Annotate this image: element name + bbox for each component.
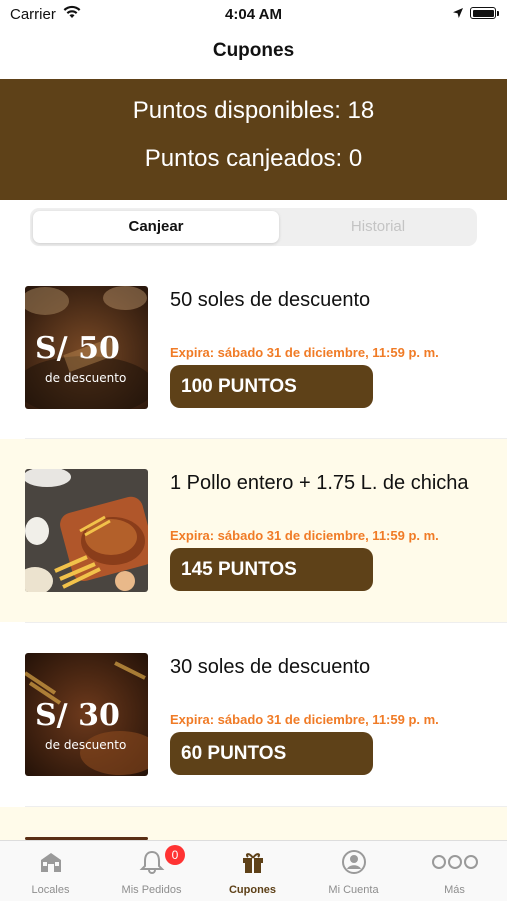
coupon-item[interactable]: S/ 50 de descuento 50 soles de descuento… (0, 256, 507, 439)
image-currency: S/ 50 (35, 331, 120, 366)
tab-label: Más (444, 884, 465, 896)
segmented-control: Canjear Historial (30, 208, 477, 246)
tab-label: Locales (31, 884, 70, 896)
tab-bar: Locales 0 Mis Pedidos Cupones Mi Cuenta (0, 840, 507, 901)
coupon-image-art: S/ 30 de descuento (25, 653, 148, 776)
location-arrow-icon (453, 8, 463, 18)
tab-label: Mis Pedidos (121, 884, 182, 896)
battery-tip (497, 11, 499, 16)
coupon-expiry: Expira: sábado 31 de diciembre, 11:59 p.… (170, 712, 439, 727)
coupon-title: 1 Pollo entero + 1.75 L. de chicha (170, 472, 469, 494)
tab-mi-cuenta[interactable]: Mi Cuenta (303, 841, 404, 901)
coupon-title: 50 soles de descuento (170, 289, 371, 311)
tab-label: Mi Cuenta (328, 884, 379, 896)
coupon-image-art (25, 469, 148, 592)
coupon-image (25, 469, 148, 592)
points-banner: Puntos disponibles: 18 Puntos canjeados:… (0, 79, 507, 200)
redeem-points-button[interactable]: 60 PUNTOS (170, 732, 373, 775)
tab-cupones[interactable]: Cupones (202, 841, 303, 901)
more-icon (432, 855, 478, 869)
coupon-item[interactable]: 1 Pollo entero + 1.75 L. de chicha Expir… (0, 439, 507, 622)
image-subtitle: de descuento (45, 738, 126, 752)
redeemed-points: Puntos canjeados: 0 (144, 145, 363, 172)
segment-canjear[interactable]: Canjear (33, 211, 279, 243)
clock: 4:04 AM (225, 6, 282, 23)
gift-icon (243, 853, 263, 873)
tab-mas[interactable]: Más (404, 841, 505, 901)
available-points: Puntos disponibles: 18 (132, 97, 375, 124)
tab-mis-pedidos[interactable]: 0 Mis Pedidos (101, 841, 202, 901)
coupon-item[interactable]: S/ 30 de descuento 30 soles de descuento… (0, 623, 507, 806)
battery-icon (470, 7, 496, 19)
coupon-expiry: Expira: sábado 31 de diciembre, 11:59 p.… (170, 345, 439, 360)
tab-locales[interactable]: Locales (0, 841, 101, 901)
image-currency: S/ 30 (35, 698, 120, 733)
user-icon (342, 850, 366, 874)
store-icon (41, 853, 61, 872)
redeem-points-button[interactable]: 100 PUNTOS (170, 365, 373, 408)
segment-historial[interactable]: Historial (282, 211, 474, 243)
coupon-image: S/ 50 de descuento (25, 286, 148, 409)
coupon-image: S/ 30 de descuento (25, 653, 148, 776)
coupon-expiry: Expira: sábado 31 de diciembre, 11:59 p.… (170, 528, 439, 543)
coupon-image-art: S/ 50 de descuento (25, 286, 148, 409)
image-subtitle: de descuento (45, 371, 126, 385)
bell-icon (139, 850, 165, 874)
status-bar: Carrier 4:04 AM (0, 0, 507, 30)
redeem-points-button[interactable]: 145 PUNTOS (170, 548, 373, 591)
notification-badge: 0 (165, 845, 185, 865)
tab-label: Cupones (228, 884, 277, 896)
coupon-item-partial[interactable] (0, 807, 507, 840)
coupon-title: 30 soles de descuento (170, 656, 371, 678)
page-title: Cupones (212, 40, 295, 61)
